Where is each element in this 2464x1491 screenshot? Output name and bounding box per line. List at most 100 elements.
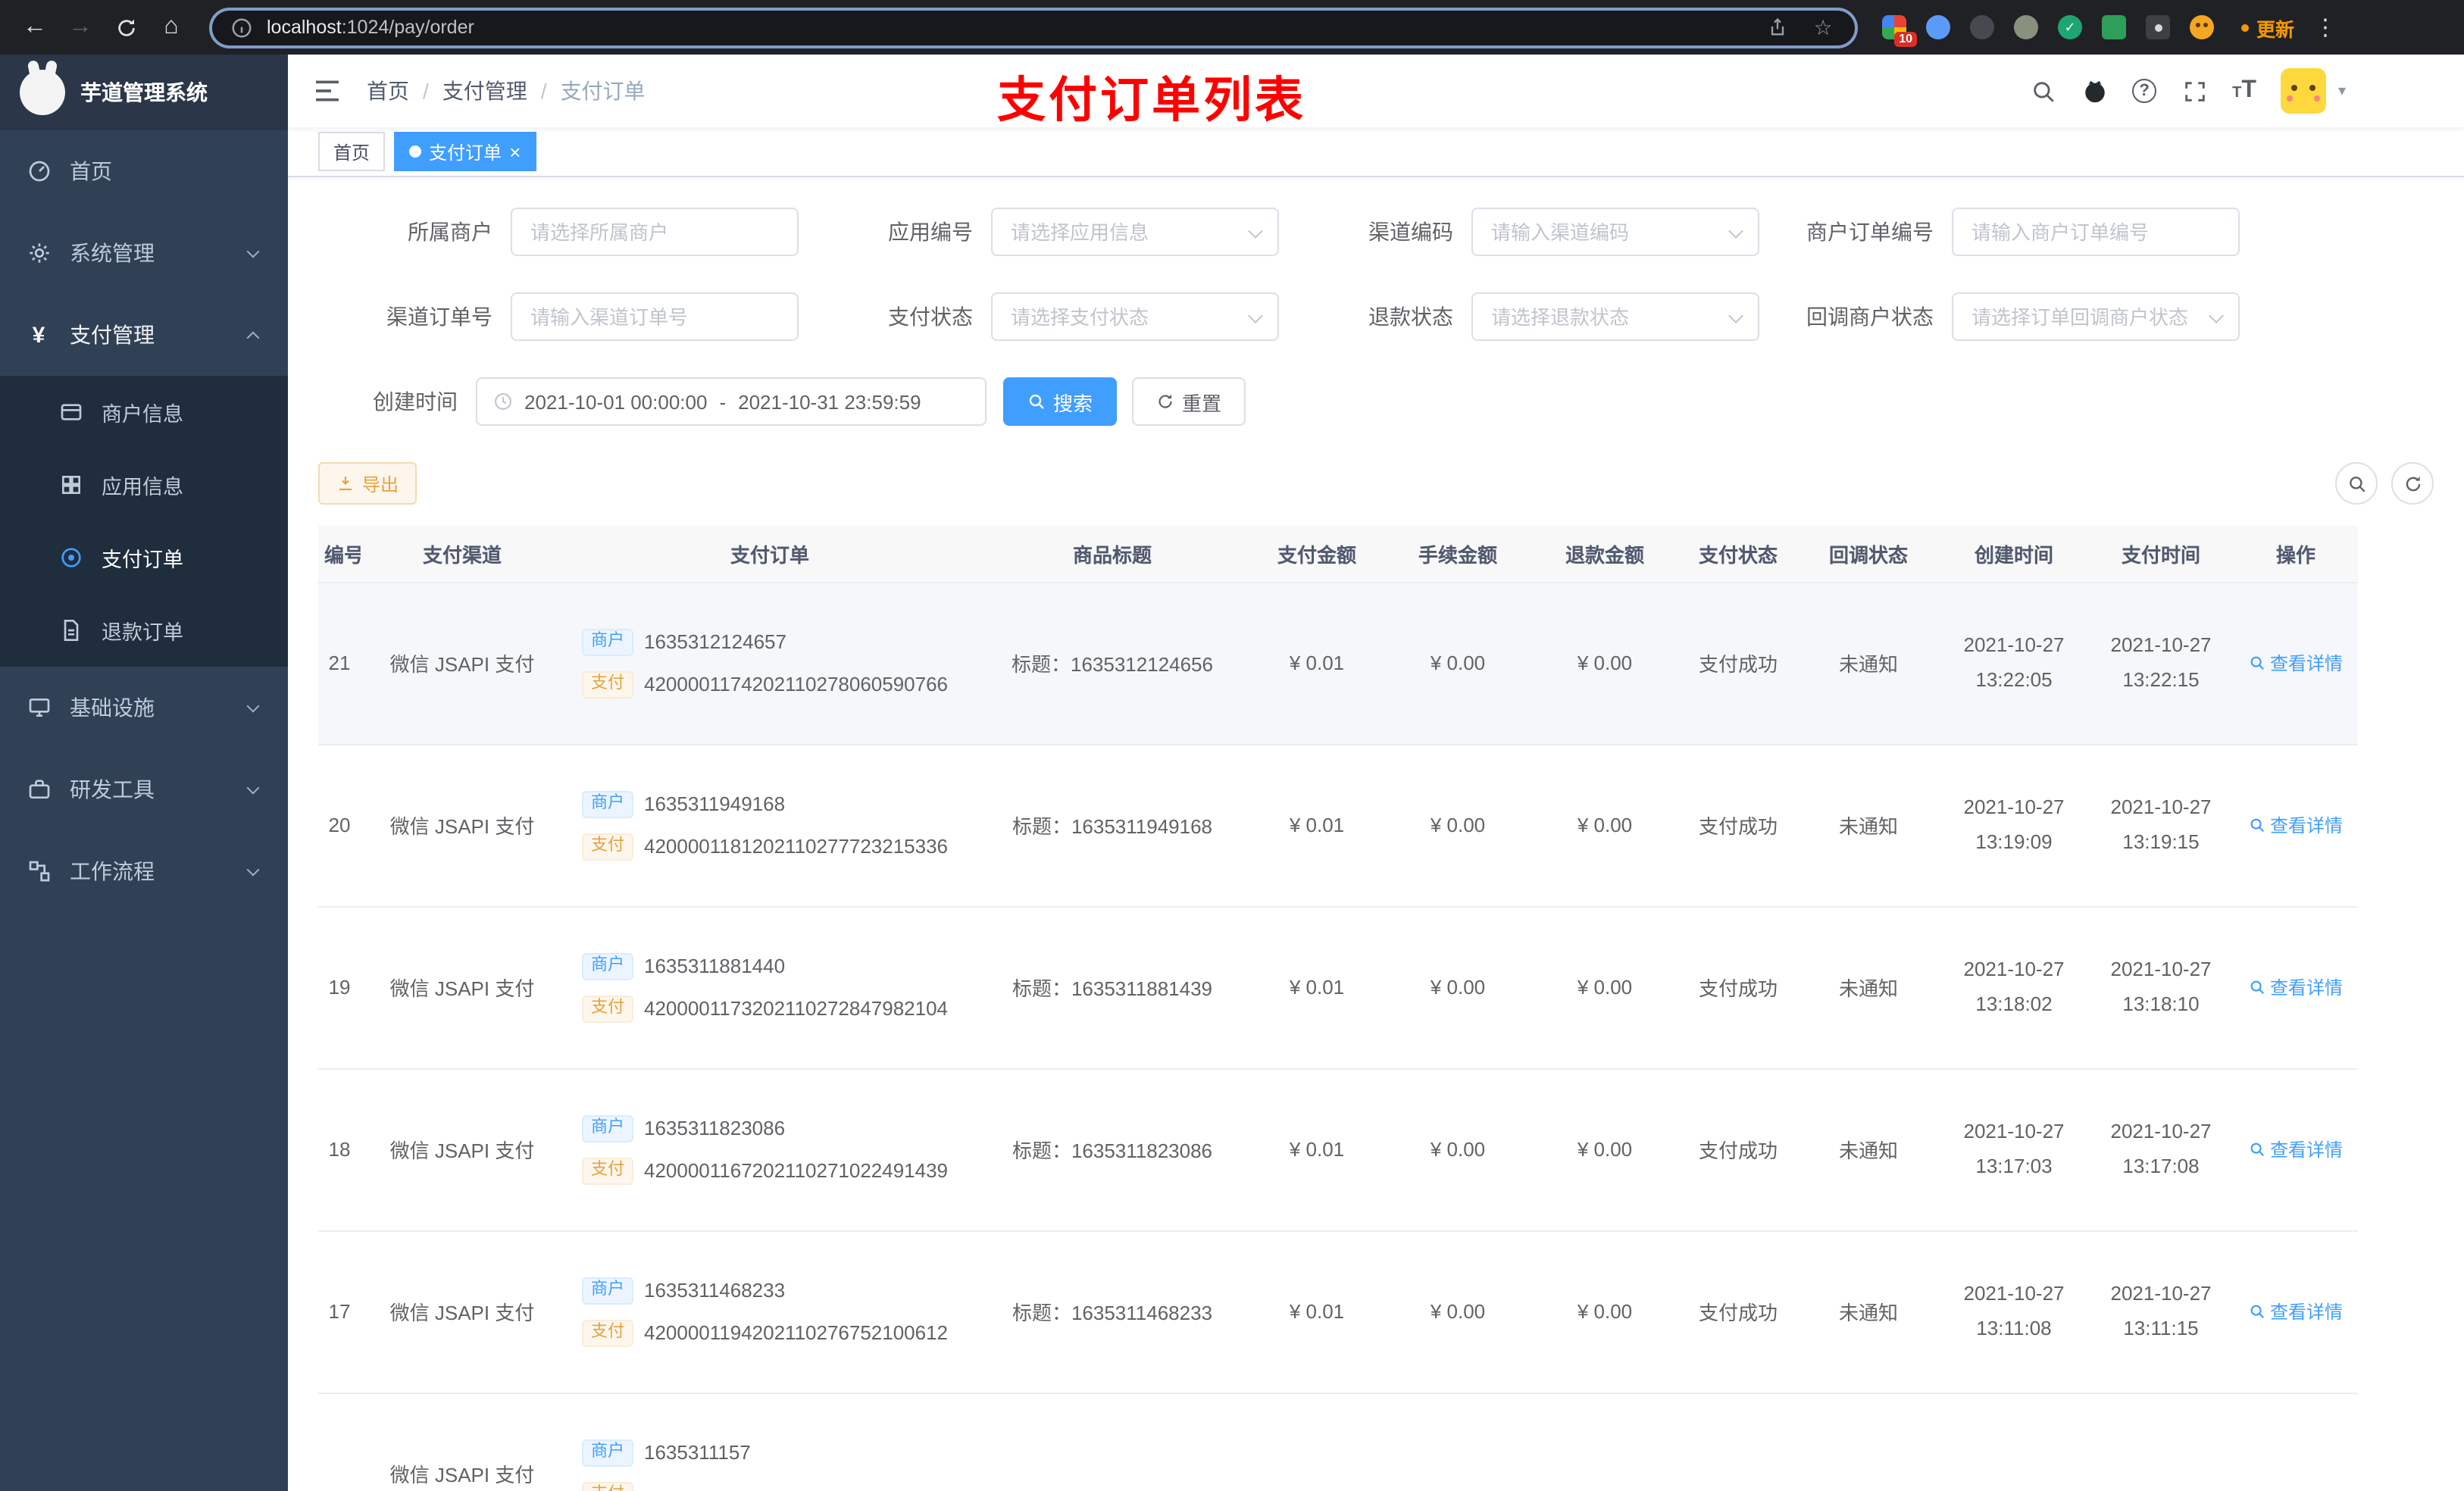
update-dot-icon <box>2241 23 2249 31</box>
cell-amount: ¥ 0.01 <box>1249 1230 1385 1393</box>
notify-status-select[interactable] <box>1953 294 2238 339</box>
pay-badge: 支付 <box>582 1157 633 1184</box>
browser-forward-icon[interactable]: → <box>61 8 100 47</box>
merchant-order-no: 1635311949168 <box>644 792 786 815</box>
ext-check-icon[interactable]: ✓ <box>2058 15 2082 39</box>
channel-order-no-input[interactable] <box>512 294 797 339</box>
help-icon[interactable]: ? <box>2132 79 2157 103</box>
bookmark-star-icon[interactable]: ☆ <box>1809 14 1837 41</box>
channel-code-select[interactable] <box>1473 209 1758 255</box>
cell-title <box>976 1393 1249 1491</box>
reset-button[interactable]: 重置 <box>1132 377 1246 426</box>
ext-book-icon[interactable] <box>2102 15 2126 39</box>
avatar-caret-icon[interactable]: ▾ <box>2338 83 2346 99</box>
filter-pay-status: 支付状态 <box>799 292 1279 341</box>
cell-order: 商户 1635311823086 支付 4200001167202110271022… <box>564 1068 976 1231</box>
sidebar-item-label: 工作流程 <box>70 859 155 883</box>
ext-pin-icon[interactable] <box>2146 15 2170 39</box>
cell-notify: 未通知 <box>1797 582 1940 745</box>
sidebar-item-app-info[interactable]: 应用信息 <box>0 449 288 521</box>
field-label: 渠道编码 <box>1368 220 1453 244</box>
merchant-input[interactable] <box>512 209 797 255</box>
table-row: 18 微信 JSAPI 支付 商户 1635311823086 支付 4200001… <box>318 1068 2358 1231</box>
view-detail-link[interactable]: 查看详情 <box>2249 1299 2343 1324</box>
pay-status-select[interactable] <box>993 294 1277 339</box>
browser-menu-icon[interactable]: ⋮ <box>2314 14 2337 41</box>
field-label: 回调商户状态 <box>1806 305 1934 329</box>
user-avatar[interactable] <box>2280 68 2326 114</box>
table-row: 21 微信 JSAPI 支付 商户 1635312124657 支付 4200001… <box>318 582 2358 745</box>
breadcrumb-home[interactable]: 首页 <box>367 76 409 106</box>
col-channel: 支付渠道 <box>361 526 564 583</box>
ext-olive-icon[interactable] <box>2014 15 2038 39</box>
fullscreen-icon[interactable] <box>2181 77 2208 105</box>
address-bar[interactable]: localhost:1024/pay/order ☆ <box>209 7 1858 48</box>
merchant-order-no: 1635312124657 <box>644 630 786 653</box>
cell-channel: 微信 JSAPI 支付 <box>361 582 564 745</box>
cell-amount: ¥ 0.01 <box>1249 1068 1385 1231</box>
channel-order-no: 4200001181202110277723215336 <box>644 835 949 858</box>
date-range-picker[interactable]: 2021-10-01 00:00:00 - 2021-10-31 23:59:5… <box>476 377 987 426</box>
cell-refund: ¥ 0.00 <box>1531 906 1679 1069</box>
sidebar-item-system[interactable]: 系统管理 <box>0 212 288 294</box>
ext-badge: 10 <box>1894 32 1917 47</box>
browser-reload-icon[interactable] <box>106 8 145 47</box>
share-icon[interactable] <box>1764 14 1791 41</box>
view-detail-link[interactable]: 查看详情 <box>2249 812 2343 838</box>
col-title: 商品标题 <box>976 526 1249 583</box>
site-info-icon[interactable] <box>230 16 253 39</box>
yen-icon: ¥ <box>32 322 45 348</box>
browser-back-icon[interactable]: ← <box>15 8 55 47</box>
app-logo[interactable]: 芋道管理系统 <box>0 55 288 130</box>
col-fee: 手续金额 <box>1385 526 1531 583</box>
app-no-select[interactable] <box>993 209 1277 255</box>
merchant-order-no-input[interactable] <box>1953 209 2238 255</box>
merchant-badge: 商户 <box>582 1439 633 1466</box>
github-icon[interactable] <box>2081 77 2108 105</box>
chevron-down-icon <box>246 244 260 258</box>
sidebar-item-payment[interactable]: ¥ 支付管理 <box>0 294 288 376</box>
chrome-update-button[interactable]: 更新 <box>2241 13 2294 42</box>
cell-order: 商户 1635311468233 支付 4200001194202110276752… <box>564 1230 976 1393</box>
sidebar-item-pay-order[interactable]: 支付订单 <box>0 521 288 594</box>
cell-title: 标题：1635311881439 <box>976 906 1249 1069</box>
ext-drop-icon[interactable] <box>1926 15 1950 39</box>
browser-home-icon[interactable]: ⌂ <box>152 8 191 47</box>
cell-order: 商户 1635312124657 支付 4200001174202110278060… <box>564 582 976 745</box>
view-detail-link[interactable]: 查看详情 <box>2249 974 2343 1000</box>
ext-dark-icon[interactable] <box>1970 15 1994 39</box>
search-icon[interactable] <box>2029 77 2056 105</box>
sidebar-item-dev-tools[interactable]: 研发工具 <box>0 749 288 830</box>
tab-pay-order[interactable]: 支付订单 × <box>394 132 536 171</box>
sidebar-item-home[interactable]: 首页 <box>0 130 288 212</box>
cell-actions: 查看详情 <box>2234 906 2358 1069</box>
search-button[interactable]: 搜索 <box>1003 377 1118 426</box>
ext-grid-icon[interactable]: 10 <box>1882 15 1917 47</box>
sidebar-item-workflow[interactable]: 工作流程 <box>0 830 288 912</box>
view-detail-link[interactable]: 查看详情 <box>2249 1136 2343 1162</box>
cell-amount <box>1249 1393 1385 1491</box>
export-button[interactable]: 导出 <box>318 462 417 505</box>
cell-channel: 微信 JSAPI 支付 <box>361 1068 564 1231</box>
sidebar-item-infra[interactable]: 基础设施 <box>0 667 288 749</box>
cell-fee: ¥ 0.00 <box>1385 1230 1531 1393</box>
view-detail-link[interactable]: 查看详情 <box>2249 650 2343 676</box>
col-order: 支付订单 <box>564 526 976 583</box>
cell-actions: 查看详情 <box>2234 582 2358 745</box>
cell-pay-time: 2021-10-27 13:11:15 <box>2088 1230 2234 1393</box>
close-icon[interactable]: × <box>509 142 521 161</box>
refresh-button[interactable] <box>2391 462 2434 505</box>
refund-status-select[interactable] <box>1473 294 1758 339</box>
toggle-search-button[interactable] <box>2335 462 2378 505</box>
tab-home[interactable]: 首页 <box>318 132 386 171</box>
sidebar-item-merchant-info[interactable]: 商户信息 <box>0 376 288 449</box>
font-size-icon[interactable]: TT <box>2232 77 2256 105</box>
sidebar-item-refund-order[interactable]: 退款订单 <box>0 594 288 667</box>
breadcrumb-pay-mgmt[interactable]: 支付管理 <box>442 76 527 106</box>
profile-avatar-icon[interactable] <box>2190 15 2214 39</box>
filter-notify-status: 回调商户状态 <box>1759 292 2240 341</box>
cell-id <box>318 1393 361 1491</box>
hamburger-icon[interactable] <box>312 76 342 106</box>
chevron-down-icon <box>246 699 260 712</box>
breadcrumb-separator: / <box>540 79 547 103</box>
